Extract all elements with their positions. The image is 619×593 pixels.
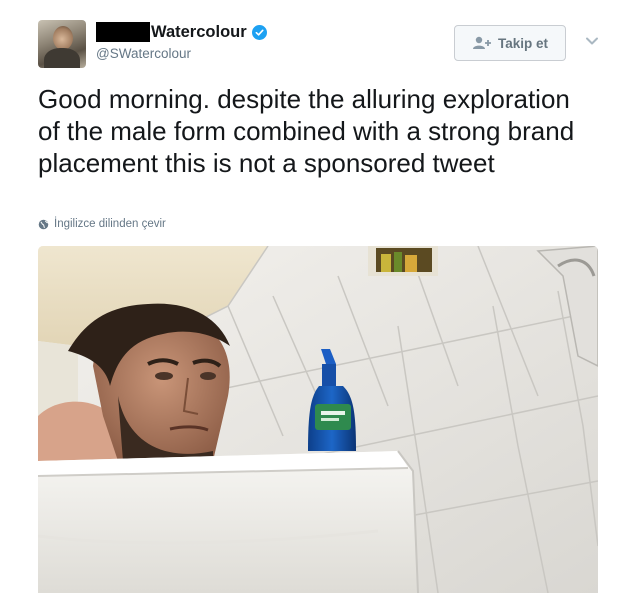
globe-icon [38,219,49,229]
add-user-icon [472,36,491,49]
avatar[interactable] [38,20,86,68]
translate-link[interactable]: İngilizce dilinden çevir [38,218,166,230]
redaction-bar [96,22,150,42]
author-name-row[interactable]: Watercolour [96,21,267,43]
chevron-down-icon[interactable] [585,36,599,46]
user-handle[interactable]: @SWatercolour [96,46,191,61]
photo-illustration [38,246,598,593]
display-name[interactable]: Watercolour [151,23,247,42]
tweet-text: Good morning. despite the alluring explo… [38,84,575,178]
avatar-head-shape [53,26,73,50]
verified-badge-icon [251,24,267,40]
follow-button-label: Takip et [497,35,548,51]
avatar-body-shape [44,48,80,68]
follow-button[interactable]: Takip et [454,25,566,61]
translate-label: İngilizce dilinden çevir [54,218,166,230]
tweet-photo[interactable] [38,246,598,593]
